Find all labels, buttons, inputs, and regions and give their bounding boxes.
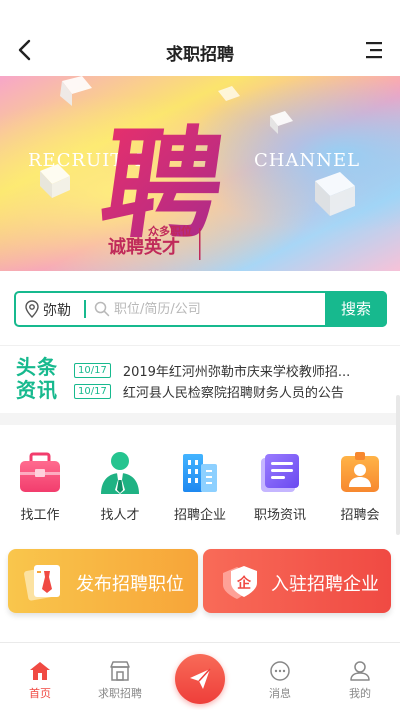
search-button[interactable]: 搜索 — [325, 291, 387, 327]
nav-label: 消息 — [269, 687, 291, 700]
banner-slogan: 诚聘英才 — [108, 236, 180, 258]
nav-home[interactable]: 首页 — [0, 643, 80, 710]
person-tie-icon — [101, 452, 139, 494]
nav-label: 首页 — [29, 687, 51, 700]
nav-profile[interactable]: 我的 — [320, 643, 400, 710]
news-date: 10/17 — [74, 383, 111, 399]
grid-item-label: 职场资讯 — [253, 508, 306, 523]
search-icon — [94, 301, 110, 317]
grid-item-label: 找工作 — [20, 508, 60, 523]
search-divider — [84, 300, 86, 318]
grid-item-find-job[interactable]: 找工作 — [0, 450, 80, 523]
nav-label: 求职招聘 — [98, 687, 142, 700]
news-title[interactable]: 2019年红河州弥勒市庆来学校教师招... — [123, 361, 350, 380]
headline-logo: 头条 资讯 — [16, 356, 64, 404]
grid-item-companies[interactable]: 招聘企业 — [160, 450, 240, 523]
top-bar: 求职招聘 — [0, 0, 400, 76]
grid-item-job-fair[interactable]: 招聘会 — [320, 450, 400, 523]
grid-item-label: 找人才 — [100, 508, 140, 523]
grid-item-find-talent[interactable]: 找人才 — [80, 450, 160, 523]
chat-icon — [270, 661, 290, 681]
section-divider — [0, 413, 400, 425]
search-input[interactable] — [114, 297, 324, 321]
headline-logo-line1: 头条 — [16, 355, 58, 379]
action-buttons: 发布招聘职位 企 入驻招聘企业 — [0, 549, 400, 615]
briefcase-icon — [20, 452, 60, 492]
nav-jobs[interactable]: 求职招聘 — [80, 643, 160, 710]
grid-item-label: 招聘会 — [340, 508, 380, 523]
menu-icon[interactable] — [364, 40, 384, 60]
news-item[interactable]: 10/17 2019年红河州弥勒市庆来学校教师招... — [74, 361, 384, 380]
grid-item-career-news[interactable]: 职场资讯 — [240, 450, 320, 523]
banner-small-text: 众多职位 — [148, 224, 192, 238]
paper-plane-icon — [190, 668, 211, 689]
news-title[interactable]: 红河县人民检察院招聘财务人员的公告 — [123, 382, 344, 401]
function-grid: 找工作 找人才 招聘企业 职场资讯 招聘会 — [0, 440, 400, 540]
news-date: 10/17 — [74, 362, 111, 378]
home-icon — [30, 662, 50, 680]
nav-messages[interactable]: 消息 — [240, 643, 320, 710]
user-icon — [350, 661, 370, 681]
join-company-button[interactable]: 企 入驻招聘企业 — [203, 549, 391, 613]
news-item[interactable]: 10/17 红河县人民检察院招聘财务人员的公告 — [74, 382, 384, 401]
nav-label: 我的 — [349, 687, 371, 700]
grid-item-label: 招聘企业 — [173, 508, 226, 523]
location-pin-icon[interactable] — [24, 300, 40, 318]
company-shield-icon: 企 — [223, 566, 257, 599]
shop-icon — [110, 661, 130, 681]
buildings-icon — [183, 454, 217, 492]
city-selector[interactable]: 弥勒 — [43, 300, 71, 320]
publish-center-button[interactable] — [175, 654, 225, 704]
headline-logo-line2: 资讯 — [16, 378, 58, 402]
search-bar: 弥勒 搜索 — [14, 291, 387, 327]
bottom-nav: 首页 求职招聘 消息 我的 — [0, 642, 400, 710]
publish-job-button[interactable]: 发布招聘职位 — [8, 549, 198, 613]
job-post-icon — [24, 565, 60, 601]
id-badge-icon — [341, 452, 379, 492]
join-company-label: 入驻招聘企业 — [271, 574, 379, 595]
recruit-banner[interactable]: RECRUITM CHANNEL 聘 众多职位 诚聘英才 — [0, 76, 400, 271]
page-title: 求职招聘 — [166, 45, 234, 65]
company-icon-char: 企 — [236, 575, 252, 592]
banner-image: RECRUITM CHANNEL 聘 众多职位 诚聘英才 — [0, 76, 400, 271]
headline-news: 头条 资讯 10/17 2019年红河州弥勒市庆来学校教师招... 10/17 … — [0, 345, 400, 413]
banner-right-text: CHANNEL — [254, 150, 360, 171]
publish-job-label: 发布招聘职位 — [76, 574, 184, 595]
scroll-indicator — [396, 395, 400, 535]
news-card-icon — [261, 454, 299, 492]
